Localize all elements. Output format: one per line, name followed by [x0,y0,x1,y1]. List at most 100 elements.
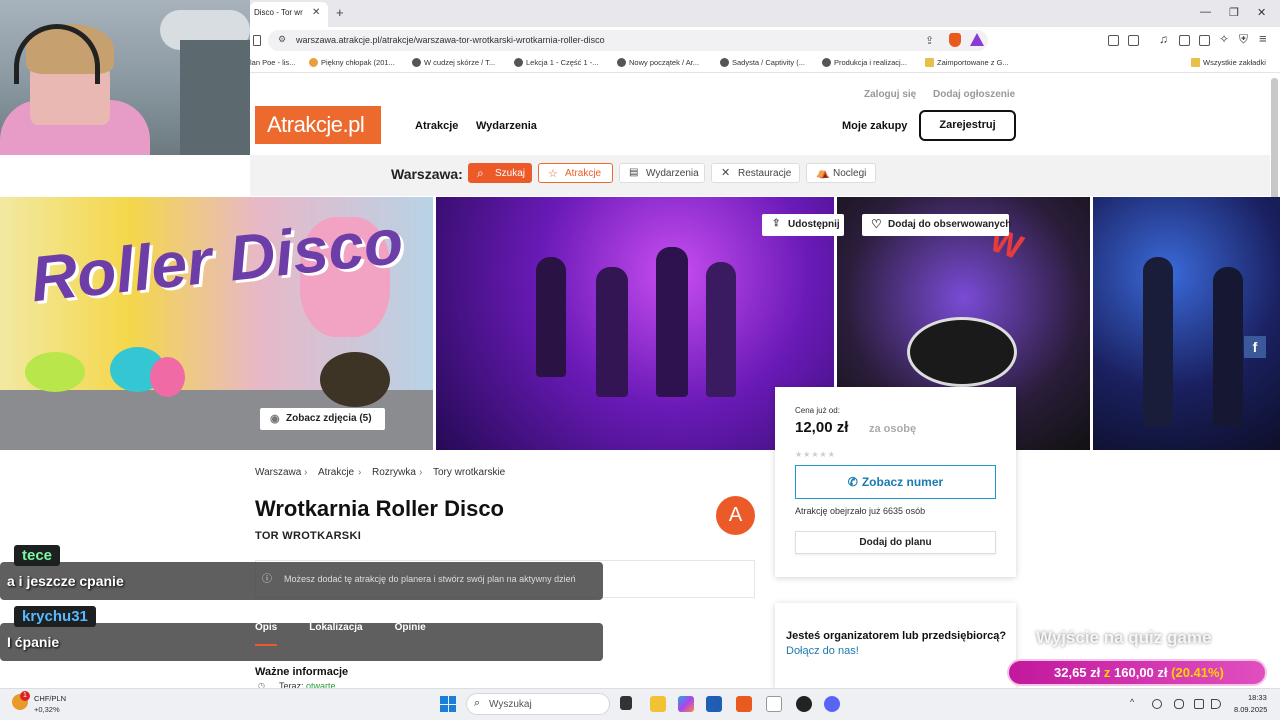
bookmark-item[interactable]: Nowy początek / Ar... [617,58,699,67]
breadcrumb-item[interactable]: Rozrywka [372,467,416,478]
breadcrumb-item[interactable]: Warszawa [255,467,301,478]
login-link[interactable]: Zaloguj się [864,89,916,100]
bookmark-item[interactable]: Produkcja i realizacj... [822,58,907,67]
skater-silhouette [656,247,688,397]
breadcrumb-item[interactable]: Atrakcje [318,467,354,478]
share-button[interactable]: ⇪ Udostępnij [762,214,844,236]
tray-chevron-icon[interactable]: ^ [1130,697,1134,707]
breadcrumb-separator: › [358,467,362,478]
brave-rewards-icon[interactable] [970,33,984,46]
bookmark-item[interactable]: lan Poe - lis... [250,58,295,67]
register-button[interactable]: Zarejestruj [919,110,1016,141]
breadcrumb-item[interactable]: Tory wrotkarskie [433,467,505,478]
new-tab-icon[interactable]: + [336,5,344,20]
obs-icon[interactable] [796,696,812,712]
task-view-icon[interactable] [620,696,632,710]
search-button[interactable]: ⌕ Szukaj [468,163,532,183]
extensions-icon[interactable] [1108,35,1119,46]
add-to-plan-button[interactable]: Dodaj do planu [795,531,996,554]
minimize-icon[interactable]: — [1200,6,1211,18]
bookmark-item[interactable]: Lekcja 1 - Część 1 -... [514,58,599,67]
share-page-icon[interactable]: ⇪ [925,34,934,47]
share-icon: ⇪ [772,218,781,229]
taskbar-search[interactable]: ⌕ Wyszukaj [466,693,610,715]
join-link[interactable]: Dołącz do nas! [786,645,859,657]
menu-icon[interactable]: ≡ [1259,31,1267,46]
my-purchases-link[interactable]: Moje zakupy [842,120,907,132]
volume-icon[interactable] [1211,699,1221,709]
show-phone-button[interactable]: ✆ Zobacz numer [795,465,996,499]
brave-icon[interactable] [736,696,752,712]
favicon-icon [412,58,421,67]
tab-reviews[interactable]: Opinie [395,622,426,646]
store-icon[interactable] [706,696,722,712]
avatar[interactable]: A [716,496,755,535]
maximize-icon[interactable]: ❐ [1229,6,1239,19]
bookmark-item[interactable]: W cudzej skórze / T... [412,58,495,67]
network-icon[interactable] [1194,699,1204,709]
breadcrumb-separator: › [419,467,423,478]
price-from-label: Cena już od: [795,406,840,415]
filter-events[interactable]: ▤ Wydarzenia [619,163,705,183]
facebook-share-icon[interactable]: f [1244,336,1266,358]
nav-events[interactable]: Wydarzenia [476,120,537,132]
site-info-icon[interactable]: ⚙ [278,34,286,45]
chat-message: a i jeszcze cpanie [7,573,124,589]
onedrive-icon[interactable] [1152,699,1162,709]
background-shelf [180,40,250,155]
site-logo[interactable]: Atrakcje.pl [255,106,381,144]
bookmark-item[interactable]: Piękny chłopak (201... [309,58,395,67]
all-bookmarks[interactable]: Wszystkie zakładki [1191,58,1266,67]
url-field[interactable]: ⚙ warszawa.atrakcje.pl/atrakcje/warszawa… [268,30,988,51]
tab-location[interactable]: Lokalizacja [309,622,362,646]
chat-username: tece [14,545,61,566]
skater-silhouette [536,257,566,377]
vpn-icon[interactable]: ⛨ [1239,32,1248,47]
tab-close-icon[interactable]: ✕ [312,7,320,18]
goal-title: Wyjście na quiz game [1036,628,1212,647]
clock-date[interactable]: 8.09.2025 [1234,705,1267,714]
bookmark-icon[interactable] [253,35,261,46]
webcam-overlay [0,0,250,155]
microphone-icon[interactable] [1174,699,1184,709]
notepad-icon[interactable] [766,696,782,712]
donation-goal-bar: 32,65 zł z 160,00 zł (20.41%) [1007,659,1267,686]
copilot-icon[interactable] [678,696,694,712]
watch-button[interactable]: ♡ Dodaj do obserwowanych [862,214,1011,236]
add-listing-link[interactable]: Dodaj ogłoszenie [933,89,1015,100]
filter-restaurants[interactable]: ✕ Restauracje [711,163,800,183]
close-window-icon[interactable]: ✕ [1257,6,1266,19]
tab-row: Opis Lokalizacja Opinie [255,622,755,646]
see-photos-button[interactable]: ◉ Zobacz zdjęcia (5) [260,408,385,430]
leo-ai-icon[interactable]: ✧ [1219,32,1229,46]
url-text: warszawa.atrakcje.pl/atrakcje/warszawa-t… [296,35,605,45]
bookmark-item[interactable]: Zaimportowane z G... [925,58,1009,67]
clock-time[interactable]: 18:33 [1248,693,1267,702]
filter-lodging[interactable]: ⛺ Noclegi [806,163,876,183]
file-explorer-icon[interactable] [650,696,666,712]
rating-stars: ★★★★★ [795,450,836,459]
start-icon[interactable] [440,696,456,712]
reader-icon[interactable] [1128,35,1139,46]
nav-attractions[interactable]: Atrakcje [415,120,458,132]
filter-attractions[interactable]: ☆ Atrakcje [538,163,613,183]
skater-silhouette [1143,257,1173,427]
gallery-photo-4[interactable] [1093,197,1280,450]
sidebar-icon[interactable] [1179,35,1190,46]
wallet-icon[interactable] [1199,35,1210,46]
goal-percent: (20.41%) [1171,665,1224,680]
favicon-icon [720,58,729,67]
tab-description[interactable]: Opis [255,622,278,646]
currency-label[interactable]: CHF/PLN [34,694,66,703]
camera-icon: ◉ [270,413,280,425]
goal-target: 160,00 zł [1114,665,1168,680]
bookmark-item[interactable]: Sadysta / Captivity (... [720,58,805,67]
breadcrumb-separator: › [304,467,308,478]
roller-skate [320,352,390,407]
page-subtitle: TOR WROTKARSKI [255,530,362,542]
media-icon[interactable]: ♫ [1159,32,1168,46]
brave-shields-icon[interactable] [949,33,961,47]
calendar-icon: ▤ [629,167,639,178]
taskbar [0,688,1280,720]
discord-icon[interactable] [824,696,840,712]
